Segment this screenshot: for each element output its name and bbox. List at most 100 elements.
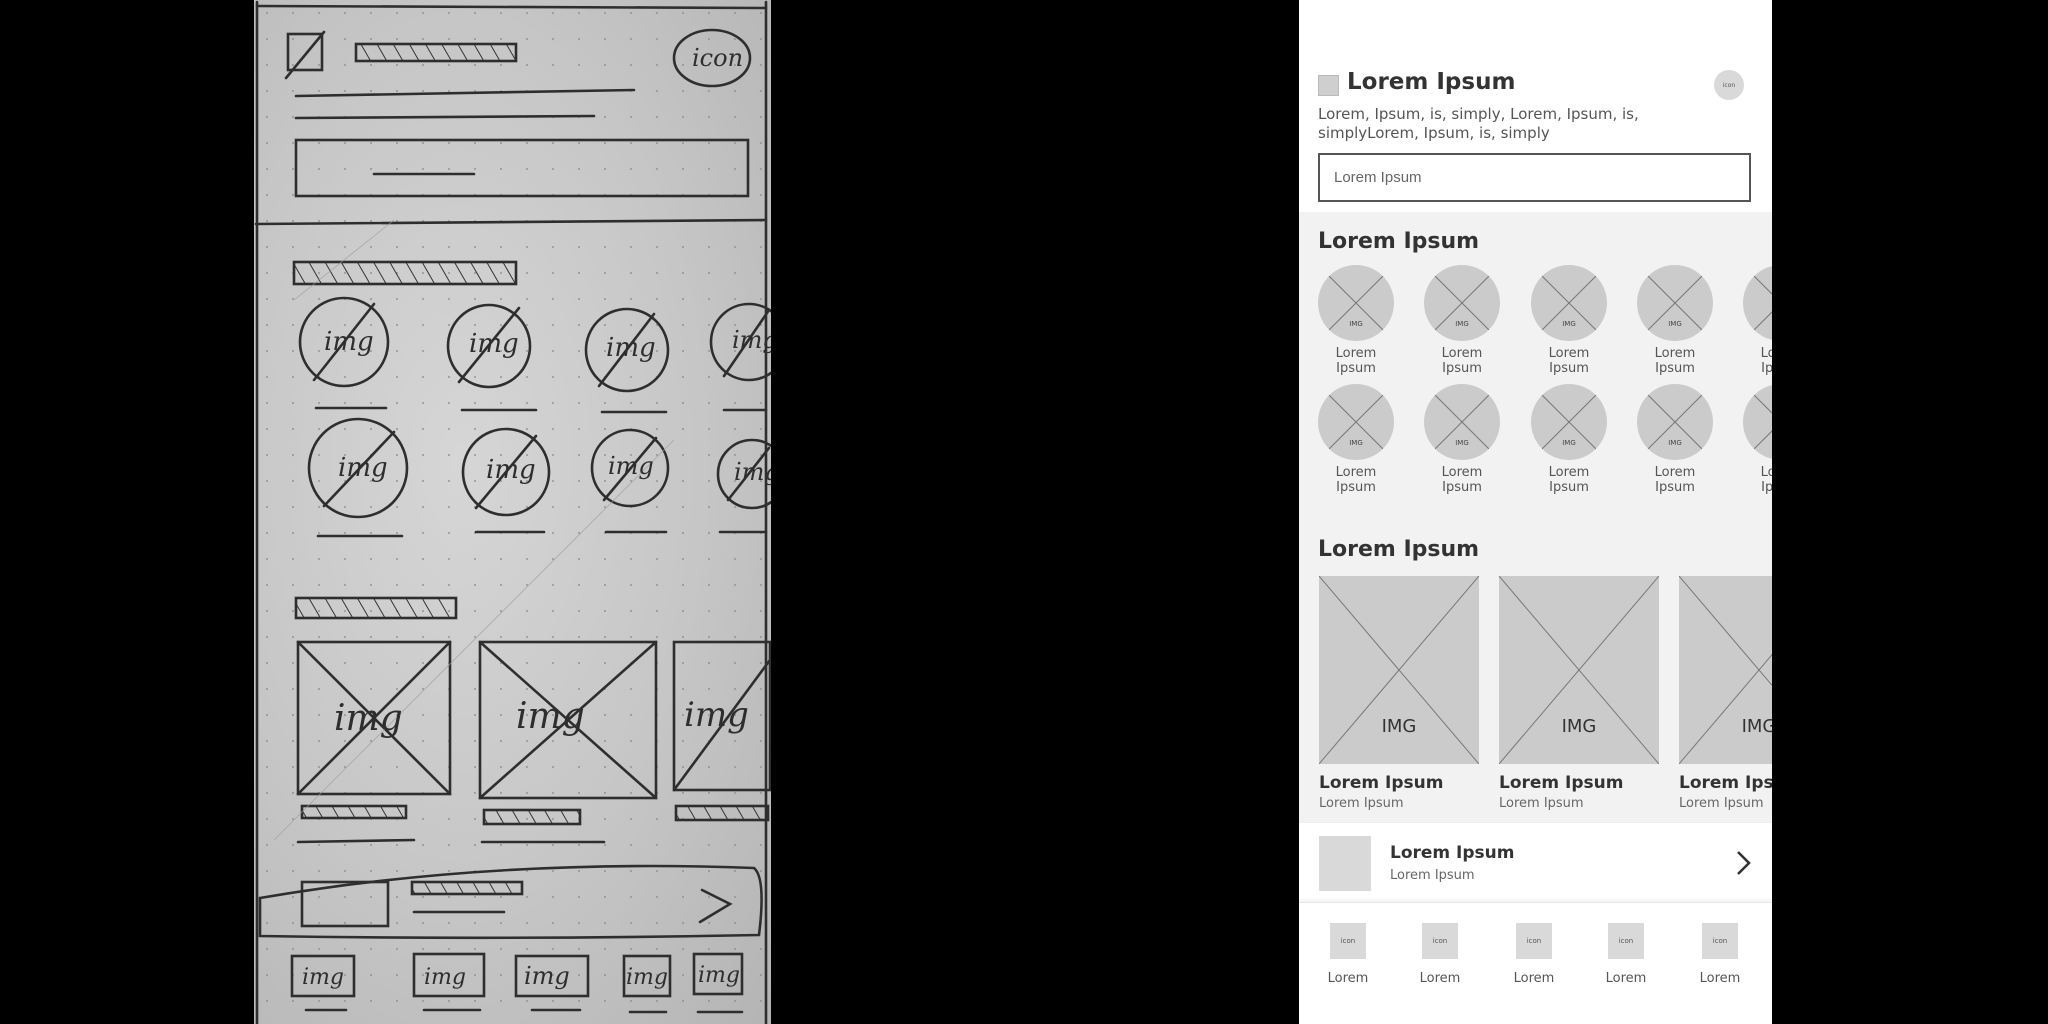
bottom-tab-bar: icon Lorem icon Lorem icon Lorem icon Lorem icon… bbox=[1299, 902, 1772, 1024]
category-item[interactable]: IMG Lorem Ipsum bbox=[1318, 265, 1394, 376]
category-image: IMG bbox=[1424, 384, 1500, 460]
profile-icon[interactable]: icon bbox=[1714, 70, 1744, 100]
tab-item[interactable]: icon Lorem bbox=[1504, 923, 1564, 986]
category-image: IMG bbox=[1531, 384, 1607, 460]
tab-icon: icon bbox=[1608, 923, 1644, 959]
image-tag: IMG bbox=[1743, 439, 1772, 447]
category-image: IMG bbox=[1743, 384, 1772, 460]
sketch-drawing: icon img img img img img img img img img… bbox=[254, 0, 771, 1024]
search-placeholder: Lorem Ipsum bbox=[1334, 169, 1422, 186]
image-tag: IMG bbox=[1349, 439, 1363, 447]
category-label: Lorem Ipsum bbox=[1441, 465, 1483, 495]
sketch-icon-text: icon bbox=[692, 44, 743, 72]
category-item[interactable]: IMG Lorem Ipsum bbox=[1743, 384, 1772, 495]
category-image: IMG bbox=[1318, 384, 1394, 460]
image-tag: IMG bbox=[1668, 320, 1682, 328]
svg-text:img: img bbox=[302, 965, 344, 990]
promo-row[interactable]: Lorem Ipsum Lorem Ipsum bbox=[1299, 822, 1772, 902]
product-title: Lorem Ipsum bbox=[1499, 773, 1624, 793]
product-title: Lorem Ipsum bbox=[1679, 773, 1772, 793]
header: Lorem Ipsum icon Lorem, Ipsum, is, simpl… bbox=[1299, 0, 1772, 212]
image-tag: IMG bbox=[1349, 320, 1363, 328]
product-subtitle: Lorem Ipsum bbox=[1499, 796, 1584, 811]
tab-item[interactable]: icon Lorem bbox=[1318, 923, 1378, 986]
product-image: IMG bbox=[1499, 576, 1659, 764]
tab-icon: icon bbox=[1422, 923, 1458, 959]
category-image: IMG bbox=[1318, 265, 1394, 341]
product-card[interactable]: IMG Lorem Ipsum Lorem Ipsum bbox=[1319, 576, 1479, 811]
categories-title: Lorem Ipsum bbox=[1318, 229, 1480, 254]
svg-text:img: img bbox=[608, 452, 654, 480]
svg-text:img: img bbox=[334, 698, 403, 739]
svg-text:img: img bbox=[698, 963, 740, 988]
promo-subtitle: Lorem Ipsum bbox=[1390, 868, 1475, 883]
chevron-right-icon[interactable] bbox=[1729, 849, 1757, 877]
category-label: Lorem Ipsum bbox=[1654, 346, 1696, 376]
category-label: Lorem Ipsum bbox=[1760, 346, 1772, 376]
category-item[interactable]: IMG Lorem Ipsum bbox=[1424, 265, 1500, 376]
tab-icon: icon bbox=[1702, 923, 1738, 959]
category-item[interactable]: IMG Lorem Ipsum bbox=[1637, 265, 1713, 376]
image-tag: IMG bbox=[1562, 439, 1576, 447]
category-item[interactable]: IMG Lorem Ipsum bbox=[1743, 265, 1772, 376]
image-tag: IMG bbox=[1455, 320, 1469, 328]
category-label: Lorem Ipsum bbox=[1760, 465, 1772, 495]
promo-image bbox=[1319, 836, 1371, 891]
image-tag: IMG bbox=[1455, 439, 1469, 447]
category-item[interactable]: IMG Lorem Ipsum bbox=[1531, 265, 1607, 376]
search-input[interactable]: Lorem Ipsum bbox=[1318, 153, 1751, 202]
svg-text:img: img bbox=[524, 962, 570, 990]
product-subtitle: Lorem Ipsum bbox=[1319, 796, 1404, 811]
phone-wireframe: Lorem Ipsum icon Lorem, Ipsum, is, simpl… bbox=[1299, 0, 1772, 1024]
image-tag: IMG bbox=[1668, 439, 1682, 447]
image-tag: IMG bbox=[1743, 320, 1772, 328]
products-title: Lorem Ipsum bbox=[1318, 537, 1480, 562]
category-image: IMG bbox=[1637, 384, 1713, 460]
image-tag: IMG bbox=[1561, 716, 1597, 737]
tab-icon: icon bbox=[1330, 923, 1366, 959]
tab-item[interactable]: icon Lorem bbox=[1596, 923, 1656, 986]
product-title: Lorem Ipsum bbox=[1319, 773, 1444, 793]
paper-sketch-photo: icon img img img img img img img img img… bbox=[254, 0, 771, 1024]
category-image: IMG bbox=[1743, 265, 1772, 341]
product-card[interactable]: IMG Lorem Ipsum Lorem Ipsum bbox=[1499, 576, 1659, 811]
tab-label: Lorem bbox=[1419, 971, 1461, 986]
category-item[interactable]: IMG Lorem Ipsum bbox=[1424, 384, 1500, 495]
image-tag: IMG bbox=[1381, 716, 1417, 737]
category-item[interactable]: IMG Lorem Ipsum bbox=[1637, 384, 1713, 495]
product-image: IMG bbox=[1679, 576, 1772, 764]
product-subtitle: Lorem Ipsum bbox=[1679, 796, 1764, 811]
category-image: IMG bbox=[1637, 265, 1713, 341]
svg-text:img: img bbox=[486, 455, 536, 485]
category-item[interactable]: IMG Lorem Ipsum bbox=[1318, 384, 1394, 495]
category-label: Lorem Ipsum bbox=[1335, 346, 1377, 376]
tab-label: Lorem bbox=[1605, 971, 1647, 986]
svg-text:img: img bbox=[684, 695, 749, 735]
image-tag: IMG bbox=[1741, 716, 1772, 737]
promo-title: Lorem Ipsum bbox=[1390, 843, 1515, 863]
svg-text:img: img bbox=[516, 696, 585, 737]
product-card[interactable]: IMG Lorem Ipsum Lorem Ipsum bbox=[1679, 576, 1772, 811]
category-image: IMG bbox=[1424, 265, 1500, 341]
tab-label: Lorem bbox=[1327, 971, 1369, 986]
tab-label: Lorem bbox=[1699, 971, 1741, 986]
category-item[interactable]: IMG Lorem Ipsum bbox=[1531, 384, 1607, 495]
image-tag: IMG bbox=[1562, 320, 1576, 328]
category-label: Lorem Ipsum bbox=[1548, 346, 1590, 376]
svg-text:img: img bbox=[324, 327, 374, 357]
svg-text:img: img bbox=[626, 965, 668, 990]
header-subtitle: Lorem, Ipsum, is, simply, Lorem, Ipsum, … bbox=[1318, 105, 1639, 142]
category-label: Lorem Ipsum bbox=[1548, 465, 1590, 495]
svg-text:img: img bbox=[469, 329, 519, 359]
svg-text:img: img bbox=[732, 326, 771, 354]
svg-text:img: img bbox=[424, 965, 466, 990]
category-label: Lorem Ipsum bbox=[1441, 346, 1483, 376]
category-label: Lorem Ipsum bbox=[1654, 465, 1696, 495]
category-label: Lorem Ipsum bbox=[1335, 465, 1377, 495]
logo-image bbox=[1318, 75, 1339, 96]
tab-item[interactable]: icon Lorem bbox=[1410, 923, 1470, 986]
product-image: IMG bbox=[1319, 576, 1479, 764]
category-image: IMG bbox=[1531, 265, 1607, 341]
tab-item[interactable]: icon Lorem bbox=[1690, 923, 1750, 986]
svg-text:img: img bbox=[734, 458, 771, 486]
